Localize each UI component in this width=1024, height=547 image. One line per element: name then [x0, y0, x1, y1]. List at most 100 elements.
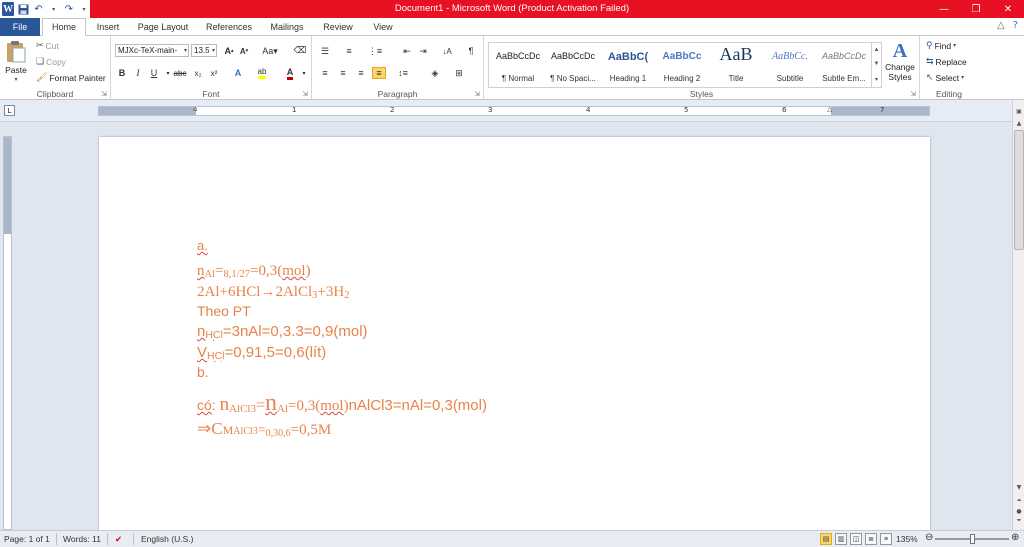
bold-icon[interactable]: B: [115, 67, 129, 79]
font-family-select[interactable]: MJXc-TeX-main- ▾: [115, 44, 189, 57]
scroll-down-icon[interactable]: ▼: [874, 61, 880, 67]
scroll-up-icon[interactable]: ▲: [874, 47, 880, 53]
full-screen-reading-icon[interactable]: ▥: [835, 533, 847, 545]
underline-icon[interactable]: U: [147, 67, 161, 79]
font-size-select[interactable]: 13.5 ▾: [191, 44, 217, 57]
scrollbar-thumb[interactable]: [1014, 130, 1024, 250]
shading-icon[interactable]: ◈: [428, 67, 442, 79]
font-color-dropdown-icon[interactable]: ▾: [297, 67, 311, 79]
zoom-slider-thumb[interactable]: [970, 534, 975, 544]
page-count[interactable]: Page: 1 of 1: [4, 534, 50, 544]
font-launcher-icon[interactable]: ⇲: [302, 90, 308, 98]
sort-icon[interactable]: ↓A: [440, 45, 454, 57]
language-indicator[interactable]: English (U.S.): [141, 534, 193, 544]
style-heading-2[interactable]: AaBbCc Heading 2: [655, 43, 709, 87]
format-painter-button[interactable]: 🖌 Format Painter: [36, 72, 106, 83]
replace-button[interactable]: ⇆ Replace: [926, 56, 967, 67]
tab-selector[interactable]: L: [4, 105, 15, 116]
align-right-icon[interactable]: ≡: [354, 67, 368, 79]
outline-icon[interactable]: ≣: [865, 533, 877, 545]
text-effects-icon[interactable]: A: [231, 67, 245, 79]
font-group-label: Font: [202, 89, 220, 99]
line-spacing-icon[interactable]: ↕≡: [396, 67, 410, 79]
style-heading-1[interactable]: AaBbC( Heading 1: [601, 43, 655, 87]
italic-icon[interactable]: I: [131, 67, 145, 79]
increase-indent-icon[interactable]: ⇥: [416, 45, 430, 57]
minimize-ribbon-icon[interactable]: △: [997, 20, 1005, 31]
tab-view[interactable]: View: [366, 18, 400, 36]
restore-icon[interactable]: ❐: [960, 0, 992, 18]
highlight-icon[interactable]: ab: [255, 67, 269, 79]
indent-marker-icon[interactable]: ⌂: [193, 105, 197, 113]
tab-insert[interactable]: Insert: [90, 18, 126, 36]
change-styles-button[interactable]: A Change Styles: [884, 40, 916, 82]
show-formatting-icon[interactable]: ¶: [464, 45, 478, 57]
tab-file[interactable]: File: [0, 18, 40, 36]
web-layout-icon[interactable]: ◫: [850, 533, 862, 545]
font-color-icon[interactable]: A: [283, 67, 297, 80]
more-styles-icon[interactable]: ▾: [875, 76, 878, 83]
zoom-in-icon[interactable]: ⊕: [1011, 532, 1019, 543]
next-page-icon[interactable]: ⏷: [1014, 516, 1024, 526]
zoom-level[interactable]: 135%: [896, 534, 918, 544]
align-center-icon[interactable]: ≡: [336, 67, 350, 79]
clipboard-launcher-icon[interactable]: ⇲: [101, 90, 107, 98]
word-count[interactable]: Words: 11: [63, 534, 101, 544]
superscript-icon[interactable]: x²: [207, 67, 221, 79]
shrink-font-icon[interactable]: A ▾: [237, 45, 251, 57]
tab-mailings[interactable]: Mailings: [264, 18, 310, 36]
style-title[interactable]: AaB Title: [709, 43, 763, 87]
multilevel-list-icon[interactable]: ⋮≡: [368, 45, 382, 57]
borders-icon[interactable]: ⊞: [452, 67, 466, 79]
binoculars-icon: ⚲: [926, 40, 933, 50]
paste-button[interactable]: Paste ▾: [5, 40, 27, 83]
tab-home[interactable]: Home: [42, 18, 86, 36]
justify-icon[interactable]: ≡: [372, 67, 386, 79]
tab-review[interactable]: Review: [316, 18, 360, 36]
zoom-out-icon[interactable]: ⊖: [925, 532, 933, 543]
numbering-icon[interactable]: ≡: [342, 45, 356, 57]
divider: [107, 533, 108, 545]
styles-launcher-icon[interactable]: ⇲: [910, 90, 916, 98]
styles-gallery-scroll[interactable]: ▲ ▼ ▾: [872, 42, 882, 88]
status-bar: Page: 1 of 1 Words: 11 ✔ English (U.S.) …: [0, 530, 1024, 547]
grow-font-icon[interactable]: A ▴: [222, 45, 236, 57]
scroll-down-icon[interactable]: ▼: [1014, 482, 1024, 492]
scroll-up-icon[interactable]: ▲: [1014, 118, 1024, 128]
print-layout-icon[interactable]: ▤: [820, 533, 832, 545]
draft-icon[interactable]: ≡: [880, 533, 892, 545]
ruler-number: 4: [586, 106, 591, 114]
align-left-icon[interactable]: ≡: [318, 67, 332, 79]
doc-line-cm: ⇒CMAlCl3=0,30,6=0,5M: [197, 419, 332, 439]
minimize-icon[interactable]: —: [928, 0, 960, 18]
tab-page-layout[interactable]: Page Layout: [132, 18, 194, 36]
vertical-scrollbar[interactable]: ▣ ▲ ▼ ⏶ ● ⏷: [1012, 100, 1024, 530]
horizontal-ruler[interactable]: 1 2 3 4 5 6 7 ⌂ △: [98, 105, 930, 116]
copy-button[interactable]: ❏ Copy: [36, 56, 66, 67]
right-indent-marker-icon[interactable]: △: [827, 105, 832, 113]
help-icon[interactable]: ?: [1013, 20, 1018, 31]
select-button[interactable]: ↖ Select ▾: [926, 72, 964, 83]
subscript-icon[interactable]: x₂: [191, 67, 205, 79]
style-no-spacing[interactable]: AaBbCcDc ¶ No Spaci...: [546, 43, 600, 87]
style-subtle-emphasis[interactable]: AaBbCcDc Subtle Em...: [817, 43, 871, 87]
tab-references[interactable]: References: [200, 18, 258, 36]
find-button[interactable]: ⚲ Find ▾: [926, 40, 956, 51]
vertical-ruler[interactable]: [3, 136, 12, 530]
paragraph-launcher-icon[interactable]: ⇲: [474, 90, 480, 98]
decrease-indent-icon[interactable]: ⇤: [400, 45, 414, 57]
styles-gallery: AaBbCcDc ¶ Normal AaBbCcDc ¶ No Spaci...…: [488, 42, 872, 88]
cut-button[interactable]: ✂ Cut: [36, 40, 59, 51]
browse-object-icon[interactable]: ●: [1014, 506, 1024, 516]
strikethrough-icon[interactable]: abc: [173, 67, 187, 79]
bullets-icon[interactable]: ☰: [318, 45, 332, 57]
change-case-icon[interactable]: Aa▾: [261, 45, 279, 57]
style-normal[interactable]: AaBbCcDc ¶ Normal: [491, 43, 545, 87]
close-icon[interactable]: ✕: [992, 0, 1024, 18]
window-controls: — ❐ ✕: [928, 0, 1024, 18]
style-subtitle[interactable]: AaBbCc. Subtitle: [763, 43, 817, 87]
ruler-toggle-icon[interactable]: ▣: [1014, 106, 1024, 116]
clear-formatting-icon[interactable]: ⌫: [293, 44, 307, 56]
previous-page-icon[interactable]: ⏶: [1014, 496, 1024, 506]
proofing-icon[interactable]: ✔: [115, 534, 122, 545]
